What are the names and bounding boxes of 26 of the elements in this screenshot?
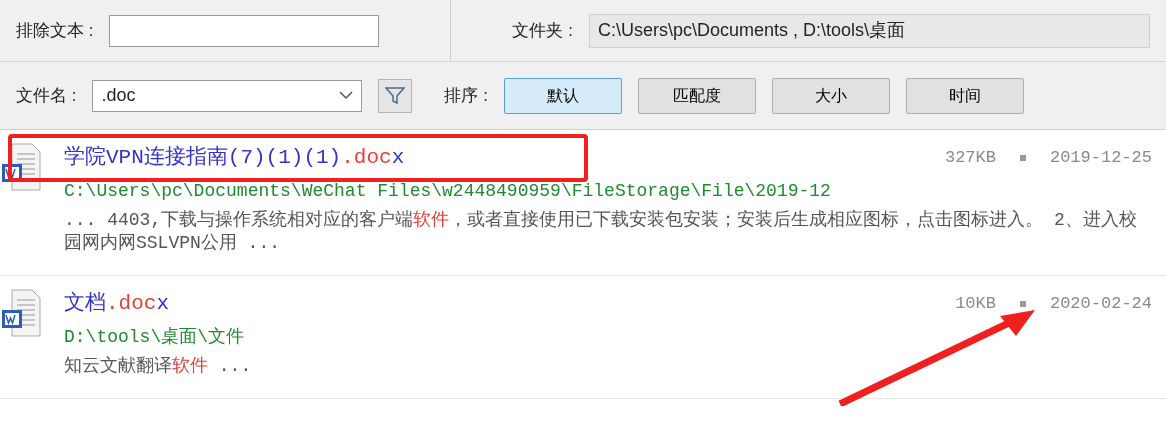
file-path: C:\Users\pc\Documents\WeChat Files\w2448490959\FileStorage\File\2019-12 [64, 179, 832, 203]
snippet-text: 知云文献翻译软件 ... [64, 354, 253, 378]
word-document-icon [0, 142, 44, 192]
file-name-link[interactable]: 学院VPN连接指南(7)(1)(1).docx [64, 142, 405, 174]
snippet-text: ... 4403,下载与操作系统相对应的客户端软件，或者直接使用已下载安装包安装；安装后生成相应图标，点击图标进入。 2、进入校园网内网SSLVPN公用 ... [64, 208, 1138, 255]
filename-label: 文件名 : [16, 84, 77, 107]
word-document-icon [0, 288, 44, 339]
sort-button[interactable]: 默认 [503, 77, 622, 114]
sort-label: 排序 : [444, 84, 488, 107]
filename-dropdown[interactable]: .doc [92, 79, 363, 112]
filter-icon [385, 86, 406, 105]
file-name-link[interactable]: 文档.docx [64, 288, 170, 320]
sort-button[interactable]: 大小 [771, 77, 890, 114]
folder-field[interactable]: C:\Users\pc\Documents , D:\tools\桌面 [588, 13, 1150, 48]
sort-button[interactable]: 时间 [905, 77, 1024, 114]
file-date: 2019-12-25 [1049, 147, 1152, 169]
exclude-text-field[interactable] [109, 14, 380, 47]
filter-button[interactable] [378, 78, 413, 113]
sort-button[interactable]: 匹配度 [637, 77, 756, 114]
chevron-icon [339, 91, 354, 100]
file-date: 2020-02-24 [1049, 293, 1152, 316]
file-size: 10KB [955, 293, 996, 316]
file-path: D:\tools\桌面\文件 [64, 325, 246, 349]
exclude-text-label: 排除文本 : [16, 19, 94, 42]
folder-label: 文件夹 : [512, 19, 573, 42]
file-size: 327KB [944, 147, 996, 169]
